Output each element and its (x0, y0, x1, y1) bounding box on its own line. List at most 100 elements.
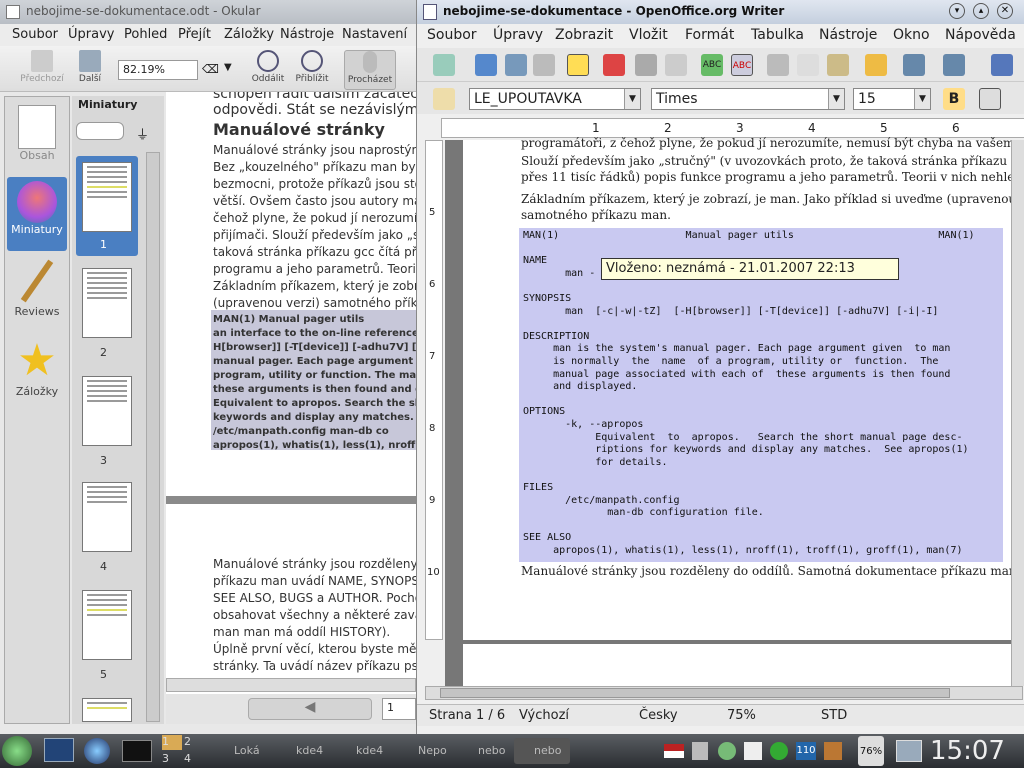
thumbnail-page-5[interactable] (82, 590, 132, 660)
scroll-thumb[interactable] (440, 688, 950, 698)
new-document-icon[interactable] (433, 54, 455, 76)
kde-menu-icon[interactable] (2, 736, 32, 766)
print-preview-icon[interactable] (665, 54, 687, 76)
task-item[interactable]: nebo (458, 738, 505, 764)
battery-icon[interactable]: 76% (858, 736, 884, 766)
volume-icon[interactable] (692, 742, 708, 760)
task-item[interactable]: Nepo (398, 738, 447, 764)
writer-vscrollbar[interactable] (1011, 140, 1024, 686)
align-left-icon[interactable] (979, 88, 1001, 110)
sidebar-item-obsah[interactable]: Obsah (7, 105, 67, 162)
next-page-button[interactable]: Další (72, 50, 108, 90)
wr-menu-upravy[interactable]: Úpravy (493, 27, 543, 43)
thumbnail-search-input[interactable] (76, 122, 124, 140)
edit-mode-icon[interactable] (567, 54, 589, 76)
bag-icon[interactable] (824, 742, 842, 760)
paragraph-style-combo[interactable]: LE_UPOUTAVKA ▼ (469, 88, 641, 110)
okular-titlebar[interactable]: nebojime-se-dokumentace.odt - Okular (0, 0, 416, 24)
pager-desktop-2[interactable]: 2 (184, 735, 204, 750)
zoom-combo[interactable]: 82.19% (118, 60, 198, 80)
cut-icon[interactable] (767, 54, 789, 76)
okular-hscrollbar[interactable] (166, 678, 416, 692)
maximize-icon[interactable]: ▴ (973, 3, 989, 19)
styles-icon[interactable] (433, 88, 455, 110)
page-back-button[interactable]: ◀ (248, 698, 372, 720)
task-item-active[interactable]: nebo (514, 738, 570, 764)
terminal-icon[interactable] (122, 740, 152, 762)
vertical-ruler[interactable]: 5 6 7 8 9 10 (425, 140, 443, 640)
page-number-input[interactable]: 1 (382, 698, 416, 720)
sidebar-item-reviews[interactable]: Reviews (7, 257, 67, 318)
pager-desktop-3[interactable]: 3 (162, 752, 182, 767)
prev-page-button[interactable]: Předchozí (20, 50, 64, 90)
thumbnail-page-2[interactable] (82, 268, 132, 338)
undo-icon[interactable] (903, 54, 925, 76)
writer-titlebar[interactable]: nebojime-se-dokumentace - OpenOffice.org… (417, 0, 1024, 24)
network-icon[interactable] (718, 742, 736, 760)
filter-icon[interactable]: ⏚ (136, 124, 149, 143)
status-zoom[interactable]: 75% (727, 708, 756, 723)
paste-icon[interactable] (827, 54, 849, 76)
update-icon[interactable] (770, 742, 788, 760)
horizontal-ruler[interactable]: 1 2 3 4 5 6 (441, 118, 1024, 138)
clear-icon[interactable]: ⌫ (202, 62, 219, 76)
wr-menu-soubor[interactable]: Soubor (427, 27, 477, 43)
thumbnail-page-6[interactable] (82, 698, 132, 722)
print-icon[interactable] (635, 54, 657, 76)
wr-menu-nastroje[interactable]: Nástroje (819, 27, 877, 43)
clipboard-icon[interactable] (744, 742, 762, 760)
open-icon[interactable] (475, 54, 497, 76)
redo-icon[interactable] (943, 54, 965, 76)
us-flag-icon[interactable] (664, 744, 684, 758)
sidebar-item-zalozky[interactable]: ★ Záložky (7, 337, 67, 399)
tray-counter-icon[interactable]: 110 (796, 742, 816, 760)
wr-menu-vlozit[interactable]: Vložit (629, 27, 668, 43)
ok-menu-pohled[interactable]: Pohled (124, 27, 167, 42)
clock[interactable]: 15:07 (930, 736, 1005, 766)
sidebar-item-miniatury[interactable]: Miniatury (7, 177, 67, 251)
writer-page[interactable]: programátoři, z čehož plyne, že pokud jí… (463, 136, 1024, 640)
font-name-combo[interactable]: Times ▼ (651, 88, 845, 110)
thumbnail-page-3[interactable] (82, 376, 132, 446)
spellcheck-icon[interactable]: ABC (701, 54, 723, 76)
desktop-icon[interactable] (44, 738, 74, 762)
wr-menu-napoveda[interactable]: Nápověda (945, 27, 1016, 43)
bold-icon[interactable]: B (943, 88, 965, 110)
browse-button[interactable]: Procházet (344, 50, 396, 90)
browser-icon[interactable] (84, 738, 110, 764)
thumbnail-page-4[interactable] (82, 482, 132, 552)
pdf-export-icon[interactable] (603, 54, 625, 76)
ok-menu-nastaveni[interactable]: Nastavení (342, 27, 407, 42)
task-item[interactable]: kde4 (276, 738, 323, 764)
save-icon[interactable] (505, 54, 527, 76)
desktop-pager[interactable]: 1 2 3 4 (160, 734, 206, 768)
wr-menu-zobrazit[interactable]: Zobrazit (555, 27, 613, 43)
ok-menu-soubor[interactable]: Soubor (12, 27, 58, 42)
navigator-icon[interactable] (991, 54, 1013, 76)
ok-menu-nastroje[interactable]: Nástroje (280, 27, 334, 42)
writer-hscrollbar[interactable] (425, 686, 1023, 700)
thumbnail-page-1[interactable] (82, 162, 132, 232)
format-paintbrush-icon[interactable] (865, 54, 887, 76)
pager-desktop-1[interactable]: 1 (162, 735, 182, 750)
ok-menu-prejit[interactable]: Přejít (178, 27, 211, 42)
pager-desktop-4[interactable]: 4 (184, 752, 204, 767)
zoom-out-button[interactable]: Oddálit (248, 50, 288, 90)
font-size-combo[interactable]: 15 ▼ (853, 88, 931, 110)
task-item[interactable]: Loká (214, 738, 260, 764)
ok-menu-zalozky[interactable]: Záložky (224, 27, 274, 42)
wr-menu-okno[interactable]: Okno (893, 27, 930, 43)
zoom-in-button[interactable]: Přiblížit (292, 50, 332, 90)
wr-menu-tabulka[interactable]: Tabulka (751, 27, 804, 43)
autospell-icon[interactable]: ABC (731, 54, 753, 76)
zoom-dropdown-icon[interactable]: ▼ (224, 62, 232, 73)
close-icon[interactable]: ✕ (997, 3, 1013, 19)
minimize-icon[interactable]: ▾ (949, 3, 965, 19)
status-language[interactable]: Česky (639, 708, 678, 723)
thumbnails-scrollbar[interactable] (146, 152, 160, 722)
task-item[interactable]: kde4 (336, 738, 383, 764)
ok-menu-upravy[interactable]: Úpravy (68, 27, 114, 42)
wr-menu-format[interactable]: Formát (685, 27, 734, 43)
copy-icon[interactable] (797, 54, 819, 76)
display-icon[interactable] (896, 740, 922, 762)
